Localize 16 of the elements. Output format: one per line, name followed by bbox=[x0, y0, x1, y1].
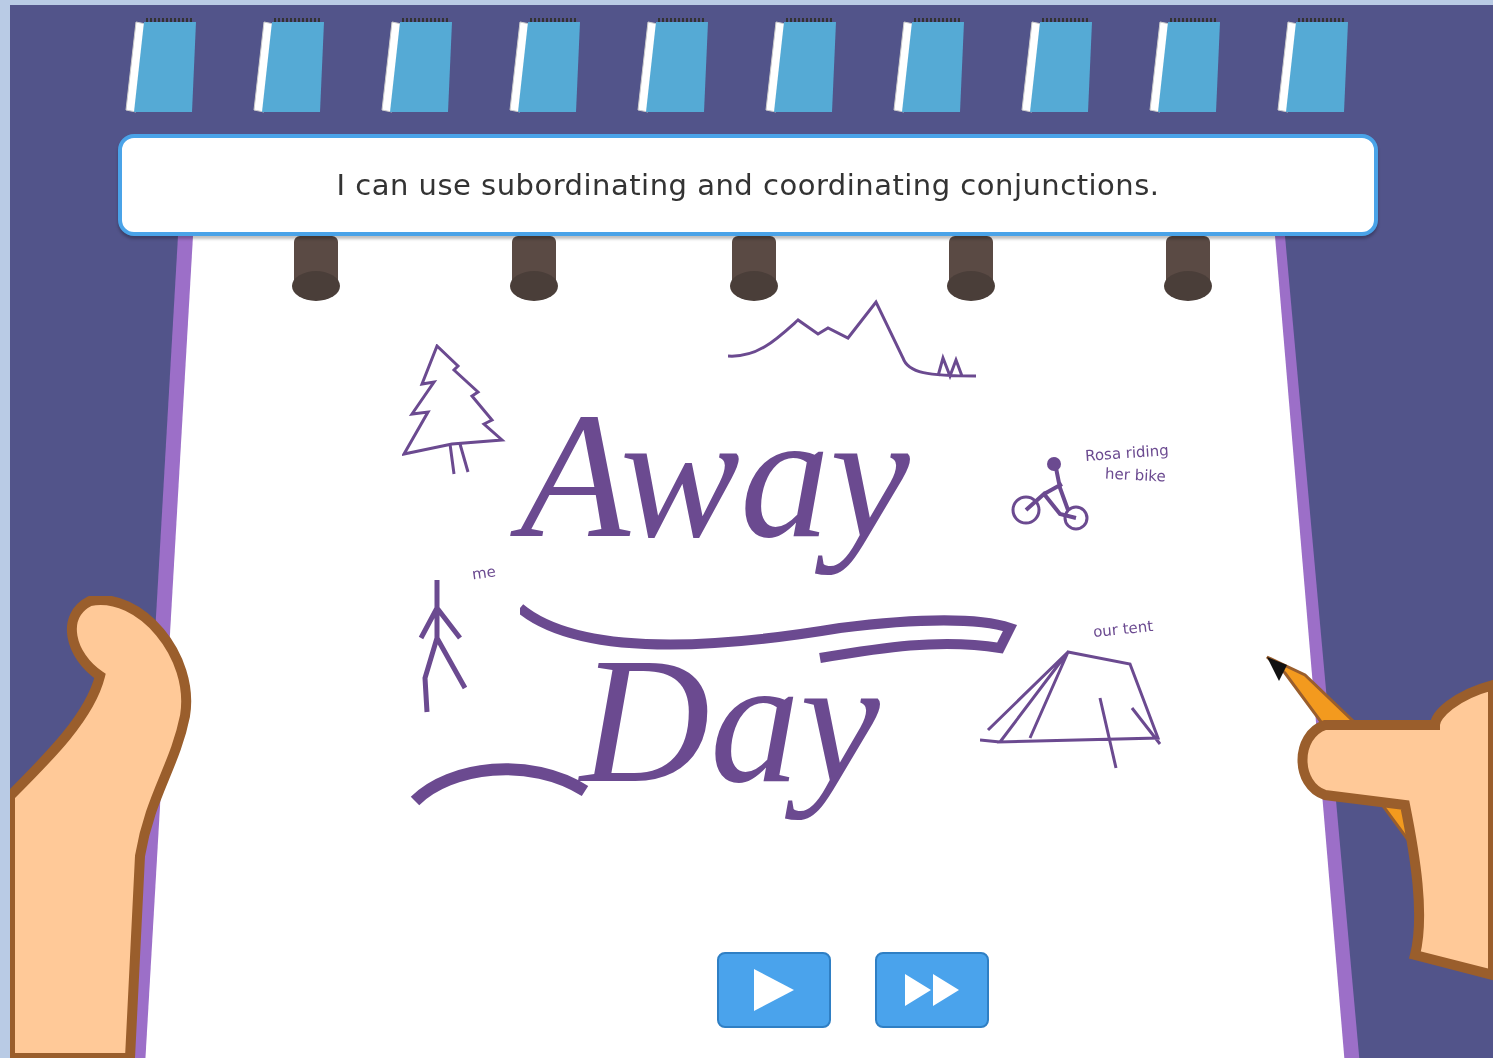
handwritten-label: our tent bbox=[1092, 616, 1154, 642]
binder-ring bbox=[945, 236, 997, 302]
handwritten-label: Rosa riding bbox=[1084, 441, 1170, 465]
binder-ring bbox=[728, 236, 780, 302]
binder-ring bbox=[508, 236, 560, 302]
objective-text: I can use subordinating and coordinating conjunctions. bbox=[336, 168, 1160, 202]
binder-ring bbox=[1162, 236, 1214, 302]
play-button[interactable] bbox=[717, 952, 831, 1028]
handwritten-label: me bbox=[470, 562, 497, 584]
script-heading: Day bbox=[577, 631, 881, 822]
fast-forward-icon bbox=[903, 972, 961, 1008]
fast-forward-button[interactable] bbox=[875, 952, 989, 1028]
script-heading: Away bbox=[510, 386, 940, 588]
binder-ring bbox=[290, 236, 342, 302]
play-icon bbox=[752, 967, 796, 1013]
handwritten-label: her bike bbox=[1104, 464, 1167, 486]
